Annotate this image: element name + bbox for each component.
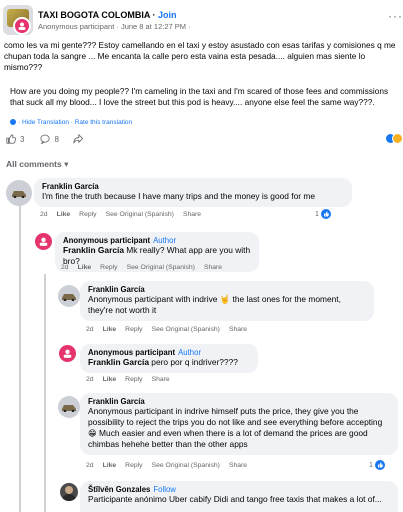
like-reaction-icon [320,209,331,219]
post-translation: How are you doing my people?? I'm cameli… [10,86,389,107]
avatar[interactable] [58,285,80,307]
comment-count: 8 [54,134,59,144]
translation-links[interactable]: · Hide Translation · Rate this translati… [10,119,132,126]
anonymous-avatar[interactable] [59,345,76,362]
like-button[interactable]: Like [103,376,117,383]
comment-author-line: Štĭlvěn Gonzales Follow [88,485,390,494]
comment-text: I'm fine the truth because I have many t… [42,191,316,201]
post-body: como les va mi gente??? Estoy camellando… [4,40,396,72]
like-count: 3 [20,134,25,144]
avatar[interactable] [60,483,78,501]
comment-author[interactable]: Štĭlvěn Gonzales [88,485,150,494]
car-avatar-icon [12,191,26,198]
share-button[interactable]: Share [229,326,247,333]
author-tag: Author [178,348,202,357]
comment-time[interactable]: 2d [86,326,94,333]
like-icon[interactable] [6,134,16,144]
care-reaction-icon [392,133,403,144]
car-avatar-icon [62,405,76,412]
like-button[interactable]: Like [103,326,117,333]
all-comments-filter[interactable]: All comments ▾ [6,159,68,170]
comment-author-line: Anonymous participant Author [88,348,250,357]
comment-author[interactable]: Franklin García [88,285,366,294]
share-button[interactable]: Share [204,264,222,271]
thread-line [19,194,21,512]
comment-text: pero por q indriver???? [148,357,238,367]
comment-text: Anonymous participant in indrive himself… [88,406,383,449]
title-separator: · [150,10,158,20]
share-icon[interactable] [73,134,83,144]
comment-bubble: Štĭlvěn Gonzales Follow Participante anón… [80,481,398,512]
comment-text: Participante anónimo Uber cabify Didi an… [88,494,382,504]
group-name-link[interactable]: TAXI BOGOTA COLOMBIA [38,10,150,20]
hide-translation-link[interactable]: · Hide Translation · Rate this translati… [18,119,132,126]
see-original-link[interactable]: See Original (Spanish) [152,462,220,469]
chevron-down-icon: ▾ [64,159,69,169]
reply-button[interactable]: Reply [125,326,142,333]
comment-reaction-count: 1 [315,209,331,219]
comment-time[interactable]: 2d [61,264,69,271]
see-original-link[interactable]: See Original (Spanish) [152,326,220,333]
all-comments-label: All comments [6,159,62,169]
comment-bubble: Franklin García I'm fine the truth becau… [34,178,352,207]
comment-time[interactable]: 2d [86,462,94,469]
more-options-icon[interactable]: ··· [388,9,403,23]
comment-author-line: Anonymous participant Author [63,236,251,245]
comment-icon[interactable] [40,134,51,144]
like-button[interactable]: Like [103,462,117,469]
like-button[interactable]: Like [57,211,71,218]
anonymous-icon [63,349,72,358]
translate-icon [10,119,16,125]
mention-link[interactable]: Franklin García [88,357,149,367]
comment-author[interactable]: Anonymous participant [63,236,150,245]
share-button[interactable]: Share [229,462,247,469]
reaction-count: 1 [315,210,319,218]
comment-author[interactable]: Anonymous participant [88,348,175,357]
comment-bubble: Anonymous participant Author Franklin Gar… [80,344,258,373]
comment-actions: 2d Like Reply See Original (Spanish) Sha… [40,211,201,218]
comment-time[interactable]: 2d [40,211,48,218]
post-subtitle: Anonymous participant · June 8 at 12:27 … [38,22,191,31]
comment-actions: 2d Like Reply See Original (Spanish) Sha… [86,326,247,333]
reply-button[interactable]: Reply [100,264,117,271]
follow-button[interactable]: Follow [153,485,176,494]
see-original-link[interactable]: See Original (Spanish) [127,264,195,271]
comment-author[interactable]: Franklin García [88,397,390,406]
reply-button[interactable]: Reply [125,462,142,469]
reaction-count: 1 [369,461,373,469]
avatar[interactable] [58,396,80,418]
reaction-icons[interactable] [385,133,403,144]
like-button[interactable]: Like [78,264,92,271]
avatar[interactable] [6,180,32,206]
thread-line [44,274,46,512]
car-avatar-icon [62,294,76,301]
comment-text: Anonymous participant with indrive 🤘 the… [88,294,341,315]
comment-actions: 2d Like Reply Share [86,376,170,383]
comment-reaction-count: 1 [369,460,385,470]
join-button[interactable]: Join [158,10,177,20]
reply-button[interactable]: Reply [79,211,96,218]
comment-bubble: Franklin García Anonymous participant in… [80,393,398,455]
anonymous-badge-icon [13,17,31,35]
like-reaction-icon [374,460,385,470]
mention-link[interactable]: Franklin García [63,245,124,255]
reply-button[interactable]: Reply [125,376,142,383]
comment-text-line: Franklin García pero por q indriver???? [88,357,250,368]
comment-author[interactable]: Franklin García [42,182,344,191]
comment-actions: 2d Like Reply See Original (Spanish) Sha… [61,264,222,271]
post-stats: 3 8 [6,132,83,146]
anonymous-avatar[interactable] [35,233,52,250]
comment-time[interactable]: 2d [86,376,94,383]
share-button[interactable]: Share [152,376,170,383]
comment-bubble: Franklin García Anonymous participant wi… [80,281,374,321]
anonymous-icon [39,237,48,246]
share-button[interactable]: Share [183,211,201,218]
post-header-title: TAXI BOGOTA COLOMBIA · Join [38,10,177,20]
comment-actions: 2d Like Reply See Original (Spanish) Sha… [86,462,247,469]
see-original-link[interactable]: See Original (Spanish) [106,211,174,218]
author-tag: Author [153,236,177,245]
